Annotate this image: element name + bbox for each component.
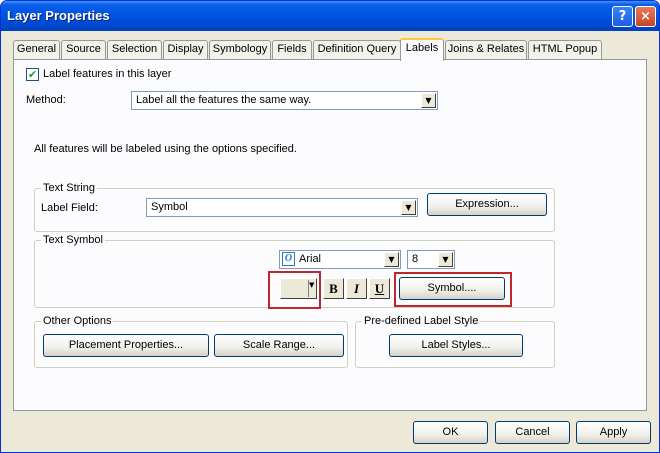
cancel-button[interactable]: Cancel: [495, 421, 570, 444]
apply-button[interactable]: Apply: [576, 421, 651, 444]
label-features-checkbox[interactable]: ✔: [26, 68, 39, 81]
placement-properties-button[interactable]: Placement Properties...: [43, 334, 209, 357]
info-text: All features will be labeled using the o…: [34, 143, 297, 155]
italic-button[interactable]: I: [346, 278, 367, 299]
close-button[interactable]: ×: [635, 6, 656, 27]
color-picker-highlight: [268, 271, 321, 309]
expression-button[interactable]: Expression...: [427, 193, 547, 216]
tab-general[interactable]: General: [13, 40, 60, 60]
method-value: Label all the features the same way.: [136, 94, 312, 106]
tab-source[interactable]: Source: [61, 40, 106, 60]
tab-selection[interactable]: Selection: [107, 40, 162, 60]
label-features-label[interactable]: Label features in this layer: [43, 68, 171, 80]
chevron-down-icon[interactable]: ▼: [384, 252, 399, 267]
window-title: Layer Properties: [7, 8, 110, 23]
title-bar[interactable]: Layer Properties ? ×: [1, 1, 659, 31]
other-options-title: Other Options: [41, 315, 114, 327]
underline-button[interactable]: U: [369, 278, 390, 299]
chevron-down-icon[interactable]: ▼: [401, 200, 416, 215]
label-field-label: Label Field:: [41, 202, 98, 214]
bold-button[interactable]: B: [323, 278, 344, 299]
label-field-value: Symbol: [151, 201, 188, 213]
tab-symbology[interactable]: Symbology: [209, 40, 271, 60]
label-field-dropdown[interactable]: Symbol ▼: [146, 198, 418, 217]
font-dropdown[interactable]: O Arial ▼: [279, 250, 401, 269]
chevron-down-icon[interactable]: ▼: [421, 93, 436, 108]
labels-tab-panel: ✔ Label features in this layer Method: L…: [13, 59, 647, 411]
chevron-down-icon[interactable]: ▼: [438, 252, 453, 267]
tab-html-popup[interactable]: HTML Popup: [528, 40, 602, 60]
font-size-value: 8: [412, 253, 419, 265]
font-size-dropdown[interactable]: 8 ▼: [407, 250, 455, 269]
opentype-font-icon: O: [282, 252, 295, 266]
label-styles-button[interactable]: Label Styles...: [389, 334, 523, 357]
tab-joins-relates[interactable]: Joins & Relates: [445, 40, 527, 60]
text-string-title: Text String: [41, 182, 97, 194]
tab-fields[interactable]: Fields: [272, 40, 312, 60]
ok-button[interactable]: OK: [413, 421, 488, 444]
scale-range-button[interactable]: Scale Range...: [214, 334, 344, 357]
tab-display[interactable]: Display: [163, 40, 208, 60]
tab-labels[interactable]: Labels: [400, 38, 444, 61]
symbol-button-highlight: [394, 272, 512, 307]
tab-definition-query[interactable]: Definition Query: [313, 40, 401, 60]
text-symbol-title: Text Symbol: [41, 234, 105, 246]
method-dropdown[interactable]: Label all the features the same way. ▼: [131, 91, 438, 110]
layer-properties-dialog: Layer Properties ? × General Source Sele…: [0, 0, 660, 453]
method-label: Method:: [26, 94, 66, 106]
font-value: Arial: [299, 253, 322, 265]
predefined-label-style-title: Pre-defined Label Style: [362, 315, 481, 327]
help-button[interactable]: ?: [612, 6, 633, 27]
